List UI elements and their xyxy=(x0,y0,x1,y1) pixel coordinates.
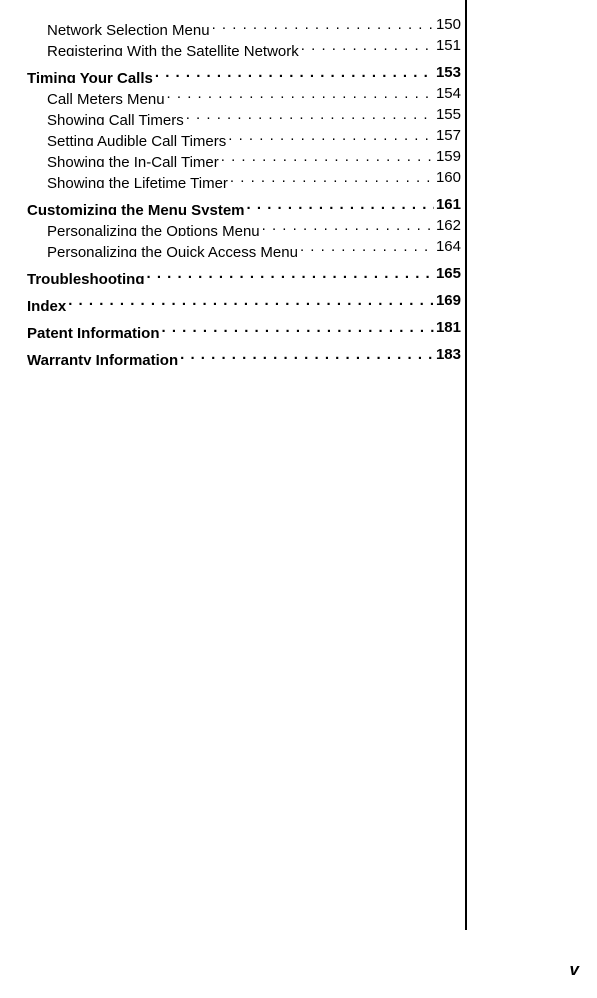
toc-entry: Setting Audible Call Timers. . . . . . .… xyxy=(27,125,461,146)
toc-dots: . . . . . . . . . . . . . . . . . . . . … xyxy=(155,62,461,83)
toc-entry-label: Timing Your Calls xyxy=(27,70,155,83)
toc-entry-label: Setting Audible Call Timers xyxy=(47,133,228,146)
toc-entry: Personalizing the Quick Access Menu. . .… xyxy=(27,236,461,257)
toc-dots: . . . . . . . . . . . . . . . . . . . . … xyxy=(167,83,461,104)
toc-entry-page: 155 xyxy=(434,104,461,125)
toc-entry: Showing the In-Call Timer. . . . . . . .… xyxy=(27,146,461,167)
toc-dots: . . . . . . . . . . . . . . . . . . . . … xyxy=(212,14,461,35)
toc-entry-label: Registering With the Satellite Network xyxy=(47,43,301,56)
toc-content: Network Selection Menu. . . . . . . . . … xyxy=(0,0,461,365)
toc-entry-page: 157 xyxy=(434,125,461,146)
toc-entry-label: Call Meters Menu xyxy=(47,91,167,104)
toc-entry: Patent Information. . . . . . . . . . . … xyxy=(27,317,461,338)
toc-dots: . . . . . . . . . . . . . . . . . . . . … xyxy=(230,167,461,188)
toc-dots: . . . . . . . . . . . . . . . . . . . . … xyxy=(186,104,461,125)
toc-entry-page: 164 xyxy=(434,236,461,257)
toc-entry-label: Network Selection Menu xyxy=(47,22,212,35)
toc-entry-page: 154 xyxy=(434,83,461,104)
toc-entry-page: 181 xyxy=(434,317,461,338)
toc-entry-label: Patent Information xyxy=(27,325,162,338)
toc-entry-page: 151 xyxy=(434,35,461,56)
toc-dots: . . . . . . . . . . . . . . . . . . . . … xyxy=(221,146,461,167)
toc-entry-label: Personalizing the Options Menu xyxy=(47,223,262,236)
toc-entry: Showing the Lifetime Timer. . . . . . . … xyxy=(27,167,461,188)
toc-entry-page: 153 xyxy=(434,62,461,83)
toc-entry-page: 159 xyxy=(434,146,461,167)
toc-entry: Personalizing the Options Menu. . . . . … xyxy=(27,215,461,236)
toc-entry-page: 162 xyxy=(434,215,461,236)
toc-dots: . . . . . . . . . . . . . . . . . . . . … xyxy=(147,263,462,284)
toc-entry-page: 160 xyxy=(434,167,461,188)
toc-entry-page: 161 xyxy=(434,194,461,215)
toc-entry: Network Selection Menu. . . . . . . . . … xyxy=(27,14,461,35)
toc-entry: Registering With the Satellite Network. … xyxy=(27,35,461,56)
toc-entry: Troubleshooting. . . . . . . . . . . . .… xyxy=(27,263,461,284)
toc-entry-label: Troubleshooting xyxy=(27,271,147,284)
toc-entry-label: Personalizing the Quick Access Menu xyxy=(47,244,300,257)
toc-entry-label: Showing the Lifetime Timer xyxy=(47,175,230,188)
page-number: v xyxy=(570,960,579,980)
toc-entry: Warranty Information. . . . . . . . . . … xyxy=(27,344,461,365)
toc-entry: Timing Your Calls. . . . . . . . . . . .… xyxy=(27,62,461,83)
toc-dots: . . . . . . . . . . . . . . . . . . . . … xyxy=(68,290,461,311)
toc-entry: Index. . . . . . . . . . . . . . . . . .… xyxy=(27,290,461,311)
toc-entry-label: Showing the In-Call Timer xyxy=(47,154,221,167)
toc-entry-label: Customizing the Menu System xyxy=(27,202,247,215)
toc-entry-label: Showing Call Timers xyxy=(47,112,186,125)
toc-dots: . . . . . . . . . . . . . . . . . . . . … xyxy=(180,344,461,365)
toc-entry-page: 150 xyxy=(434,14,461,35)
toc-entry-page: 183 xyxy=(434,344,461,365)
toc-entry: Showing Call Timers. . . . . . . . . . .… xyxy=(27,104,461,125)
toc-dots: . . . . . . . . . . . . . . . . . . . . … xyxy=(228,125,461,146)
toc-entry-label: Warranty Information xyxy=(27,352,180,365)
toc-dots: . . . . . . . . . . . . . . . . . . . . … xyxy=(247,194,461,215)
toc-entry-label: Index xyxy=(27,298,68,311)
toc-dots: . . . . . . . . . . . . . . . . . . . . … xyxy=(162,317,461,338)
toc-entry: Call Meters Menu. . . . . . . . . . . . … xyxy=(27,83,461,104)
toc-entry: Customizing the Menu System. . . . . . .… xyxy=(27,194,461,215)
vertical-divider xyxy=(465,0,467,930)
toc-entry-page: 165 xyxy=(434,263,461,284)
toc-dots: . . . . . . . . . . . . . . . . . . . . … xyxy=(262,215,461,236)
toc-entry-page: 169 xyxy=(434,290,461,311)
